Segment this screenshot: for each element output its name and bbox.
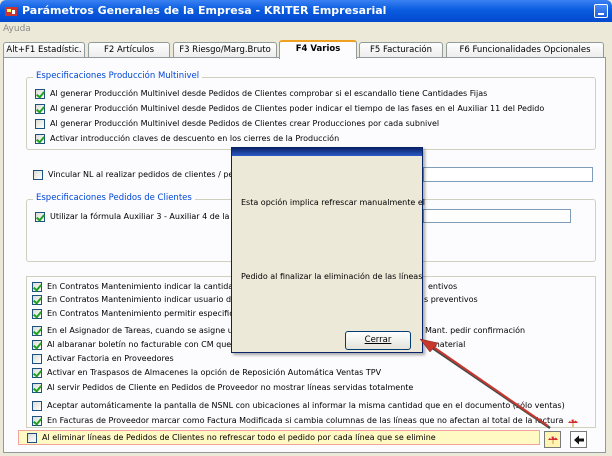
option-label: Al generar Producción Multinivel desde P… — [50, 104, 545, 113]
tab-estadistic[interactable]: Alt+F1 Estadístic. — [3, 42, 85, 58]
group-legend: Especificaciones Pedidos de Clientes — [33, 193, 195, 203]
checkbox[interactable] — [32, 401, 42, 411]
checkbox[interactable] — [32, 309, 42, 319]
tab-funcionalidades[interactable]: F6 Funcionalidades Opcionales — [446, 42, 604, 58]
option-label: Al generar Producción Multinivel desde P… — [50, 119, 440, 128]
option-label: Activar en Traspasos de Almacenes la opc… — [47, 368, 382, 377]
option-label-tail: entivos — [428, 282, 458, 291]
checkbox[interactable] — [33, 170, 43, 180]
checkbox[interactable] — [32, 383, 42, 393]
option-label-tail: Mant. pedir confirmación — [425, 326, 526, 335]
checkbox[interactable] — [35, 119, 45, 129]
option-label: En Contratos Mantenimiento indicar la ca… — [47, 282, 251, 291]
info-dialog: Esta opción implica refrescar manualment… — [231, 147, 425, 353]
back-arrow-icon — [574, 435, 584, 445]
option-label: Activar Factoria en Proveedores — [47, 354, 174, 363]
option-label: Aceptar automáticamente la pantalla de N… — [47, 401, 565, 410]
dialog-message-line1: Esta opción implica refrescar manualment… — [241, 198, 425, 207]
help-button[interactable] — [544, 431, 561, 448]
tab-articulos[interactable]: F2 Artículos — [88, 42, 170, 58]
menu-ayuda[interactable]: Ayuda — [3, 24, 31, 34]
option-label: En Contratos Mantenimiento permitir espe… — [47, 309, 252, 318]
title-bar: Parámetros Generales de la Empresa - KRI… — [0, 0, 612, 22]
help-mushroom-icon — [548, 436, 558, 444]
checkbox[interactable] — [35, 89, 45, 99]
option-label-tail: s preventivos — [424, 295, 478, 304]
checkbox[interactable] — [35, 212, 45, 222]
vincular-input[interactable] — [423, 167, 593, 182]
app-icon — [5, 7, 17, 16]
option-label: En el Asignador de Tareas, cuando se asi… — [47, 326, 243, 335]
option-label: Al servir Pedidos de Cliente en Pedidos … — [47, 383, 414, 392]
option-label: Al generar Producción Multinivel desde P… — [50, 89, 488, 98]
option-label-tail: material — [432, 340, 466, 349]
checkbox[interactable] — [32, 282, 42, 292]
checkbox[interactable] — [27, 433, 37, 443]
group-legend: Especificaciones Producción Multinivel — [33, 71, 203, 81]
option-label: Utilizar la fórmula Auxiliar 3 - Auxilia… — [50, 212, 252, 221]
checkbox[interactable] — [32, 368, 42, 378]
checkbox[interactable] — [32, 340, 42, 350]
checkbox[interactable] — [32, 416, 42, 426]
close-button[interactable]: Cerrar — [345, 331, 411, 350]
tab-riesgo[interactable]: F3 Riesgo/Marg.Bruto — [173, 42, 277, 58]
pedidos-input[interactable] — [423, 209, 571, 223]
dialog-title-bar — [232, 148, 422, 156]
tab-strip: Alt+F1 Estadístic. F2 Artículos F3 Riesg… — [3, 40, 606, 59]
checkbox[interactable] — [32, 295, 42, 305]
minimize-button[interactable] — [594, 4, 608, 18]
checkbox[interactable] — [35, 104, 45, 114]
tab-facturacion[interactable]: F5 Facturación — [359, 42, 443, 58]
option-label: Activar introducción claves de descuento… — [50, 134, 340, 143]
option-label: Vincular NL al realizar pedidos de clien… — [48, 170, 239, 179]
window-title: Parámetros Generales de la Empresa - KRI… — [22, 4, 387, 17]
checkbox[interactable] — [32, 326, 42, 336]
help-mushroom-icon[interactable] — [567, 417, 579, 429]
menu-bar: Ayuda — [0, 22, 612, 36]
close-button-label: Cerrar — [364, 335, 392, 345]
back-button[interactable] — [570, 431, 587, 448]
option-label: En Contratos Mantenimiento indicar usuar… — [47, 295, 255, 304]
checkbox[interactable] — [32, 354, 42, 364]
dialog-message-line2: Pedido al finalizar la eliminación de la… — [241, 272, 423, 281]
option-label: Al albaranar boletín no facturable con C… — [47, 340, 244, 349]
option-label: En Facturas de Proveedor marcar como Fac… — [47, 416, 564, 425]
option-label: Al eliminar líneas de Pedidos de Cliente… — [42, 433, 436, 442]
tab-varios[interactable]: F4 Varios — [279, 40, 357, 59]
checkbox[interactable] — [35, 134, 45, 144]
